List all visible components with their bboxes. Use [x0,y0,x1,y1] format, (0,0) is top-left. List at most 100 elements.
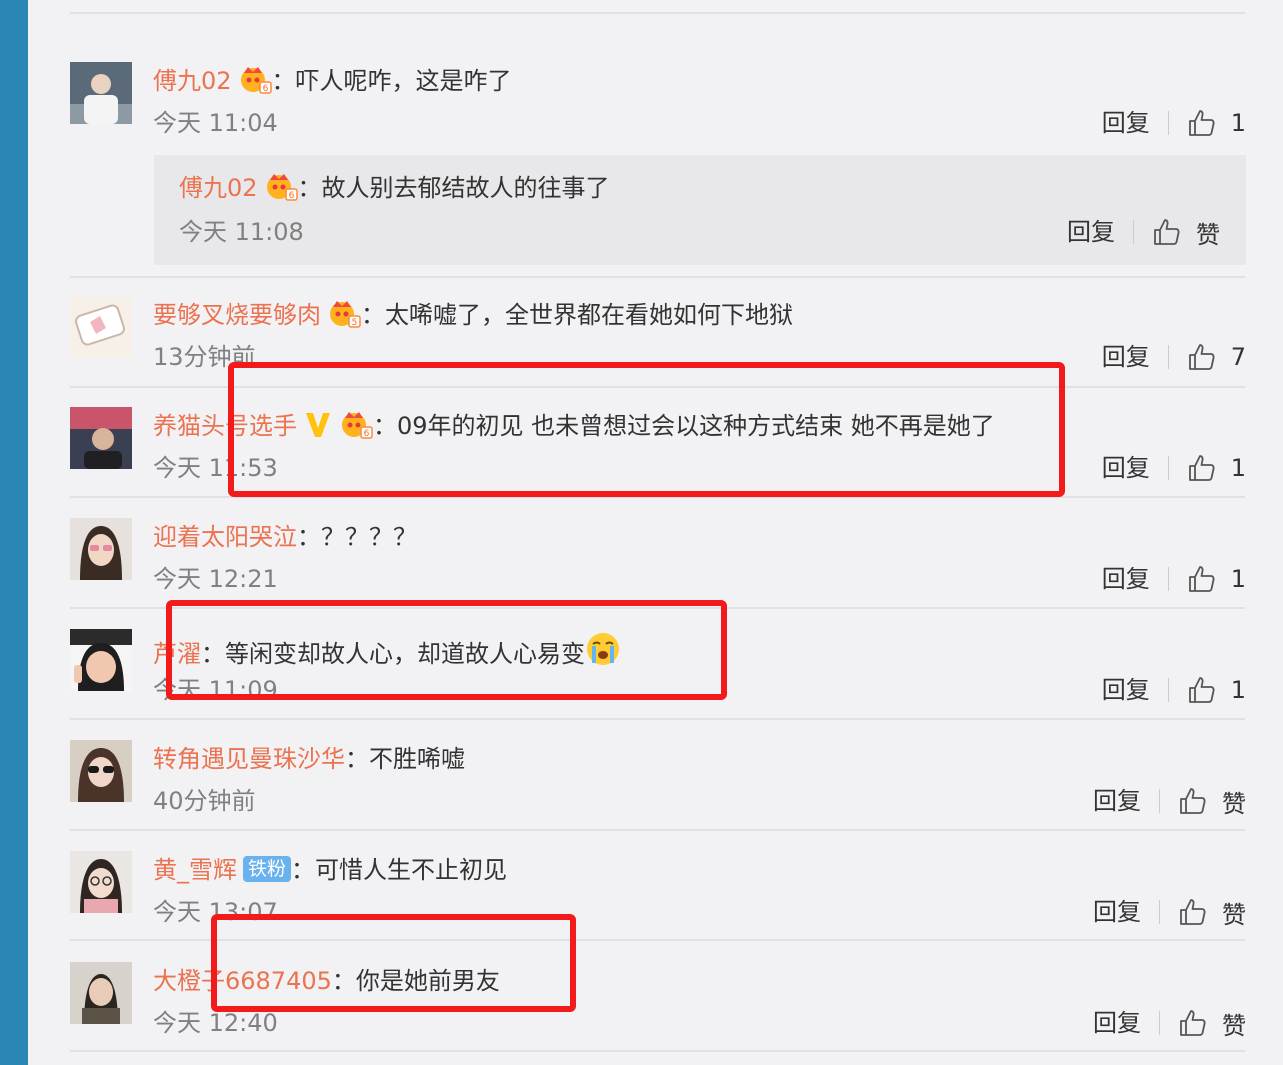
like-button[interactable]: 1 [1187,675,1246,705]
username-link[interactable]: 转角遇见曼珠沙华 [153,745,345,773]
comment-time: 40分钟前 [153,787,256,815]
like-label: 赞 [1222,1011,1246,1040]
reply-button[interactable]: 回复 [1102,106,1150,140]
avatar[interactable] [70,962,132,1024]
vip-crown-icon: 6 [238,64,272,103]
like-button[interactable]: 1 [1187,108,1246,138]
action-separator [1167,111,1169,135]
comment-time: 今天 11:04 [153,109,278,137]
comment-text: ？？？？ [321,523,417,551]
username-link[interactable]: 黄_雪辉 [153,856,237,884]
avatar[interactable] [70,518,132,580]
comment-actions: 回复 赞 [1067,215,1220,249]
reply-button[interactable]: 回复 [1067,215,1115,249]
avatar[interactable] [70,851,132,913]
action-separator [1159,1011,1160,1035]
action-separator [1167,345,1169,369]
comment-line: 傅九02 6 ：故人别去郁结故人的往事了 [179,171,610,205]
highlight-box [211,914,576,1012]
like-count: 1 [1230,109,1246,137]
like-button[interactable]: 7 [1187,342,1246,372]
comment-actions: 回复 1 [1102,562,1246,596]
thumbs-up-icon [1188,566,1215,592]
like-label: 赞 [1222,900,1246,929]
reply-button[interactable]: 回复 [1102,340,1150,374]
avatar[interactable] [70,407,132,469]
action-separator [1167,678,1169,702]
comment-line: 迎着太阳哭泣：？？？？ [153,523,417,551]
svg-text:6: 6 [262,84,268,94]
like-button[interactable]: 赞 [1178,784,1246,819]
action-separator [1133,220,1134,244]
action-separator [1159,900,1160,924]
like-count: 1 [1230,676,1246,704]
username-link[interactable]: 傅九02 [179,174,258,202]
comment-line: 黄_雪辉 铁粉 ：可惜人生不止初见 [153,856,508,884]
left-accent-bar [0,0,28,1065]
thumbs-up-icon [1154,219,1180,245]
divider [70,829,1245,831]
svg-text:5: 5 [352,318,358,328]
like-button[interactable]: 赞 [1178,1006,1246,1041]
username-link[interactable]: 迎着太阳哭泣 [153,523,297,551]
comment-text: 吓人呢咋，这是咋了 [295,67,512,95]
divider [70,1050,1245,1052]
svg-text:6: 6 [288,191,294,201]
like-label: 赞 [1222,789,1246,818]
comment-text: 不胜唏嘘 [369,745,465,773]
comment-line: 转角遇见曼珠沙华：不胜唏嘘 [153,745,465,773]
action-separator [1167,567,1169,591]
avatar[interactable] [70,296,132,358]
comment-text: 可惜人生不止初见 [315,856,508,884]
divider [70,718,1245,720]
like-label: 赞 [1196,220,1220,249]
avatar[interactable] [70,62,132,124]
reply-button[interactable]: 回复 [1102,451,1150,485]
comment-text: 故人别去郁结故人的往事了 [321,174,610,202]
like-count: 1 [1230,565,1246,593]
comment-actions: 回复 1 [1102,673,1246,707]
vip-crown-icon: 6 [264,171,298,210]
reply-button[interactable]: 回复 [1093,1006,1141,1040]
reply-button[interactable]: 回复 [1093,895,1141,929]
vip-crown-icon: 5 [327,298,361,337]
comment-actions: 回复 1 [1102,106,1246,140]
like-count: 1 [1230,454,1246,482]
comment-line: 傅九02 6 ：吓人呢咋，这是咋了 [153,64,512,98]
thumbs-up-icon [1188,677,1215,703]
divider [70,12,1245,14]
comment-line: 要够叉烧要够肉 5 ：太唏嘘了，全世界都在看她如何下地狱 [153,298,793,332]
like-button[interactable]: 赞 [1152,215,1220,250]
like-button[interactable]: 1 [1187,564,1246,594]
comment-item: 转角遇见曼珠沙华：不胜唏嘘 40分钟前 回复 赞 [70,740,1246,840]
divider [70,276,1245,278]
comment-time: 今天 12:40 [153,1009,278,1037]
thumbs-up-icon [1188,455,1215,481]
reply-button[interactable]: 回复 [1102,562,1150,596]
comment-actions: 回复 1 [1102,451,1246,485]
comment-time: 今天 11:08 [179,218,304,246]
comment-time: 今天 12:21 [153,565,278,593]
reply-button[interactable]: 回复 [1093,784,1141,818]
like-button[interactable]: 1 [1187,453,1246,483]
fan-badge: 铁粉 [243,856,292,882]
action-separator [1159,789,1160,813]
username-link[interactable]: 要够叉烧要够肉 [153,301,321,329]
thumbs-up-icon [1180,899,1206,925]
reply-button[interactable]: 回复 [1102,673,1150,707]
thumbs-up-icon [1180,788,1206,814]
comment-actions: 回复 赞 [1093,784,1246,818]
highlight-box [166,600,727,700]
thumbs-up-icon [1188,344,1215,370]
highlight-box [228,362,1065,497]
avatar[interactable] [70,629,132,691]
comment-actions: 回复 赞 [1093,1006,1246,1040]
comment-actions: 回复 赞 [1093,895,1246,929]
like-button[interactable]: 赞 [1178,895,1246,930]
comment-text: 太唏嘘了，全世界都在看她如何下地狱 [385,301,793,329]
like-count: 7 [1230,343,1246,371]
nested-reply: 傅九02 6 ：故人别去郁结故人的往事了 今天 11:08 回复 赞 [154,155,1246,265]
avatar[interactable] [70,740,132,802]
action-separator [1167,456,1169,480]
username-link[interactable]: 傅九02 [153,67,232,95]
